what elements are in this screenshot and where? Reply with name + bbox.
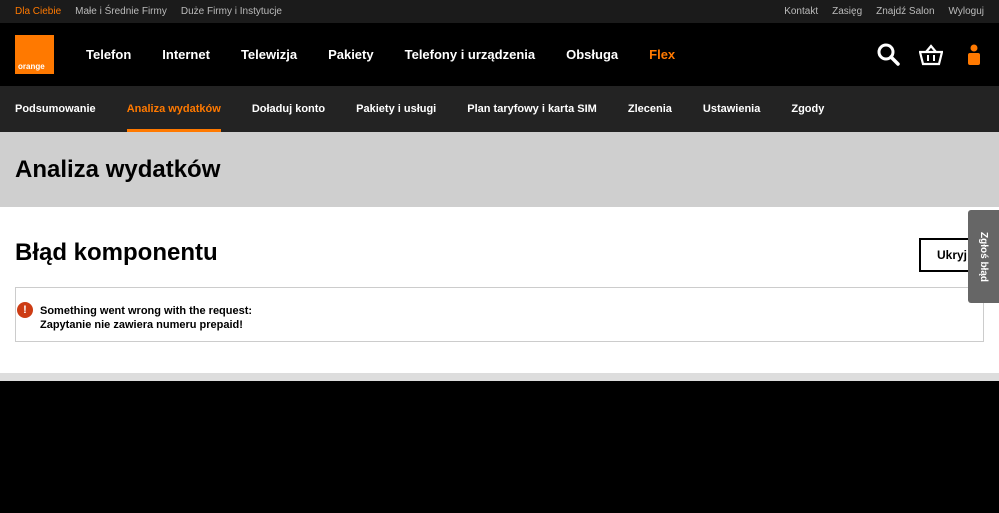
link-zasieg[interactable]: Zasięg [832, 6, 862, 17]
nav-flex[interactable]: Flex [649, 47, 675, 62]
subnav-zgody[interactable]: Zgody [791, 86, 824, 132]
subnav-plan-taryfowy[interactable]: Plan taryfowy i karta SIM [467, 86, 597, 132]
logo-text: orange [18, 62, 45, 71]
error-line-1: Something went wrong with the request: [40, 305, 253, 317]
error-message-box: ! Something went wrong with the request:… [15, 287, 984, 342]
nav-telewizja[interactable]: Telewizja [241, 47, 297, 62]
subnav-doladuj-konto[interactable]: Doładuj konto [252, 86, 325, 132]
segment-link-dla-ciebie[interactable]: Dla Ciebie [15, 6, 61, 17]
nav-telefony-i-urzadzenia[interactable]: Telefony i urządzenia [405, 47, 536, 62]
link-kontakt[interactable]: Kontakt [784, 6, 818, 17]
page-footer-area [0, 381, 999, 513]
nav-internet[interactable]: Internet [162, 47, 210, 62]
subnav-analiza-wydatkow[interactable]: Analiza wydatków [126, 86, 221, 132]
utility-links: Kontakt Zasięg Znajdź Salon Wyloguj [784, 0, 984, 23]
main-navigation: orange Telefon Internet Telewizja Pakiet… [0, 23, 999, 86]
orange-logo[interactable]: orange [15, 35, 54, 74]
main-menu: Telefon Internet Telewizja Pakiety Telef… [86, 47, 675, 62]
error-icon: ! [17, 302, 33, 318]
component-error-heading: Błąd komponentu [15, 239, 218, 266]
segment-link-sme[interactable]: Małe i Średnie Firmy [75, 6, 167, 17]
nav-pakiety[interactable]: Pakiety [328, 47, 374, 62]
subnav-podsumowanie[interactable]: Podsumowanie [15, 86, 96, 132]
footer-divider [0, 373, 999, 381]
top-utility-bar: Dla Ciebie Małe i Średnie Firmy Duże Fir… [0, 0, 999, 23]
nav-icons [876, 23, 986, 86]
search-icon[interactable] [876, 43, 900, 67]
nav-obsluga[interactable]: Obsługa [566, 47, 618, 62]
segment-link-enterprise[interactable]: Duże Firmy i Instytucje [181, 6, 282, 17]
link-znajdz-salon[interactable]: Znajdź Salon [876, 6, 934, 17]
page-title: Analiza wydatków [15, 155, 221, 183]
report-bug-label: Zgłoś błąd [978, 231, 989, 282]
link-wyloguj[interactable]: Wyloguj [949, 6, 984, 17]
error-line-2: Zapytanie nie zawiera numeru prepaid! [40, 319, 243, 331]
segment-links: Dla Ciebie Małe i Średnie Firmy Duże Fir… [15, 0, 282, 23]
basket-icon[interactable] [919, 43, 943, 67]
subnav-ustawienia[interactable]: Ustawienia [703, 86, 760, 132]
page-title-band: Analiza wydatków [0, 132, 999, 207]
account-subnav: Podsumowanie Analiza wydatków Doładuj ko… [0, 86, 999, 132]
subnav-zlecenia[interactable]: Zlecenia [628, 86, 672, 132]
nav-telefon[interactable]: Telefon [86, 47, 131, 62]
component-section: Błąd komponentu Ukryj ! Something went w… [0, 207, 999, 373]
subnav-pakiety-i-uslugi[interactable]: Pakiety i usługi [356, 86, 436, 132]
error-text: Something went wrong with the request: Z… [40, 304, 252, 332]
user-icon[interactable] [962, 43, 986, 67]
report-bug-tab[interactable]: Zgłoś błąd [968, 210, 999, 303]
